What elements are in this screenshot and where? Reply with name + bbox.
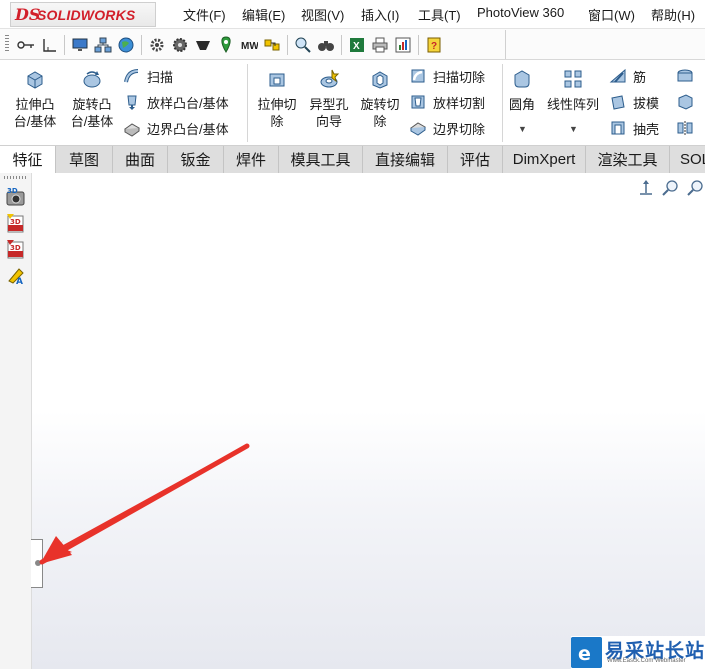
watermark-logo-icon: e xyxy=(571,637,602,668)
annotation-arrow xyxy=(39,443,250,565)
watermark-subtitle: Www.Easck.Com Webmaster xyxy=(607,658,686,664)
watermark: e 易采站长站 Www.Easck.Com Webmaster xyxy=(571,636,705,669)
svg-text:e: e xyxy=(578,643,591,665)
